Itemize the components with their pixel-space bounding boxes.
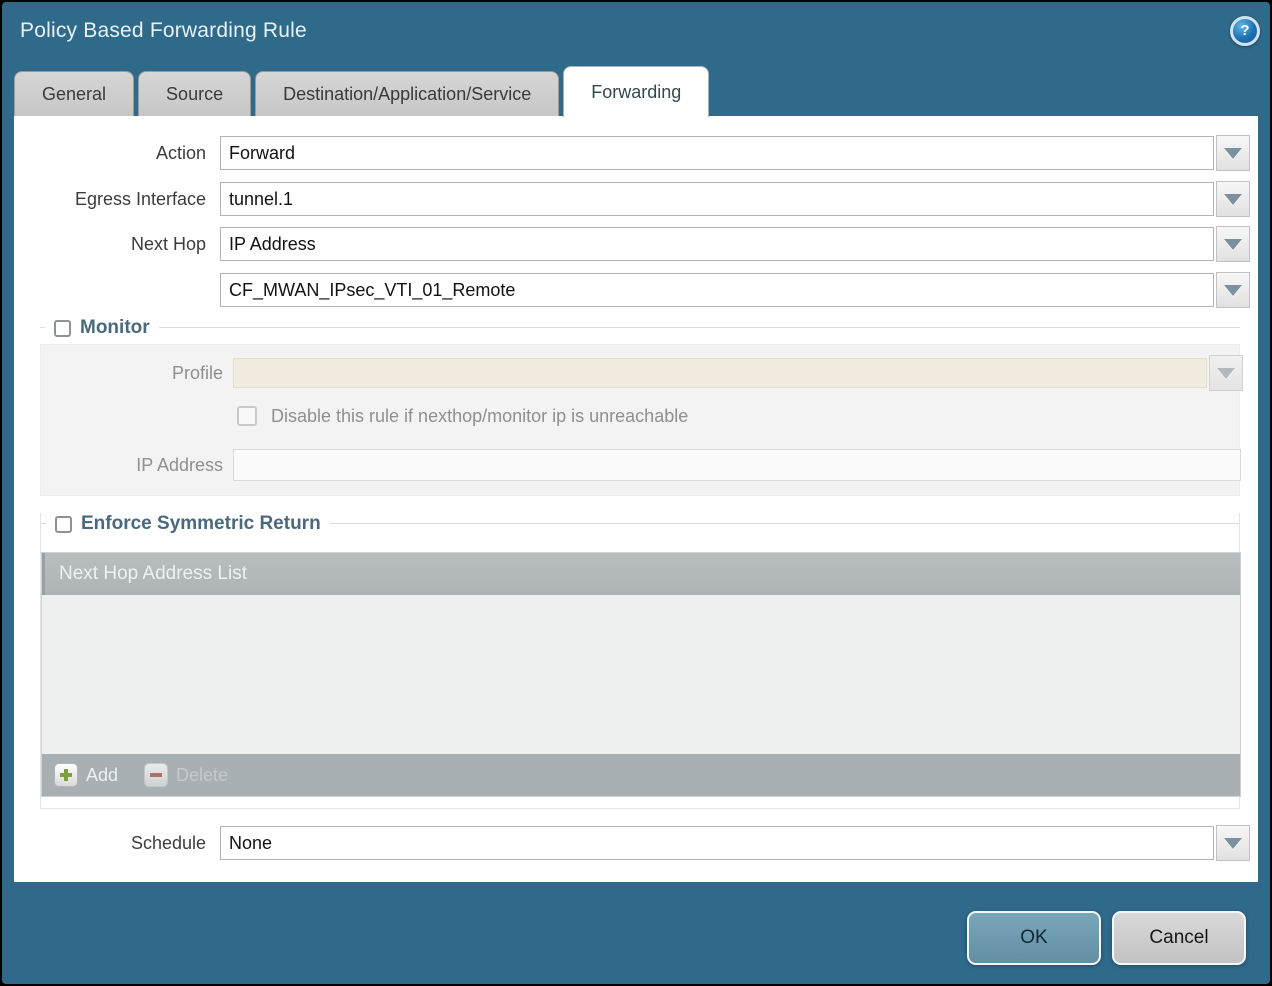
forwarding-tab-panel: Action Egress Interface Next Hop (14, 116, 1258, 882)
pbf-rule-dialog: Policy Based Forwarding Rule ? General S… (2, 2, 1270, 984)
chevron-down-icon (1224, 148, 1242, 159)
delete-button[interactable]: Delete (144, 763, 228, 787)
disable-rule-row: Disable this rule if nexthop/monitor ip … (237, 405, 688, 427)
egress-interface-dropdown-button[interactable] (1216, 181, 1250, 217)
monitor-ip-input[interactable] (233, 449, 1241, 481)
monitor-title: Monitor (80, 317, 150, 339)
chevron-down-icon (1224, 285, 1242, 296)
next-hop-address-list-body (42, 595, 1240, 754)
action-input[interactable] (220, 136, 1214, 170)
schedule-combo (220, 826, 1250, 861)
enforce-legend: Enforce Symmetric Return (46, 513, 330, 535)
next-hop-address-list-table: Next Hop Address List Add Delete (41, 552, 1241, 797)
action-dropdown-button[interactable] (1216, 135, 1250, 171)
profile-label: Profile (41, 363, 223, 384)
schedule-label: Schedule (14, 833, 206, 854)
egress-interface-input[interactable] (220, 182, 1214, 216)
monitor-ip-label: IP Address (41, 455, 223, 476)
next-hop-type-input[interactable] (220, 227, 1214, 261)
monitor-group-border (40, 327, 1240, 328)
next-hop-label: Next Hop (14, 234, 206, 255)
schedule-row: Schedule (14, 826, 1254, 860)
next-hop-address-row (14, 273, 1254, 307)
monitor-body: Profile Disable this rule if nexthop/mon… (40, 344, 1240, 496)
disable-rule-checkbox[interactable] (237, 406, 257, 426)
next-hop-dropdown-button[interactable] (1216, 226, 1250, 262)
chevron-down-icon (1224, 194, 1242, 205)
chevron-down-icon (1224, 838, 1242, 849)
tab-general[interactable]: General (14, 71, 134, 117)
tab-forwarding[interactable]: Forwarding (563, 66, 709, 117)
dialog-title: Policy Based Forwarding Rule (20, 19, 307, 43)
schedule-dropdown-button[interactable] (1216, 825, 1250, 861)
next-hop-address-dropdown-button[interactable] (1216, 272, 1250, 308)
minus-icon (144, 763, 168, 787)
screen: Policy Based Forwarding Rule ? General S… (0, 0, 1272, 986)
profile-dropdown-button[interactable] (1209, 355, 1243, 391)
disable-rule-label: Disable this rule if nexthop/monitor ip … (271, 406, 688, 427)
tab-source[interactable]: Source (138, 71, 251, 117)
monitor-ip-row: IP Address (41, 449, 1241, 481)
chevron-down-icon (1217, 368, 1235, 379)
next-hop-address-list-footer: Add Delete (42, 754, 1240, 796)
enforce-symmetric-return-checkbox[interactable] (55, 516, 72, 533)
schedule-input[interactable] (220, 826, 1214, 860)
enforce-symmetric-return-group: Enforce Symmetric Return Next Hop Addres… (40, 513, 1240, 809)
monitor-group: Monitor Profile Disable this rule if nex… (40, 317, 1240, 496)
delete-button-label: Delete (176, 765, 228, 786)
next-hop-address-list-header: Next Hop Address List (42, 553, 1240, 595)
next-hop-row: Next Hop (14, 227, 1254, 261)
egress-interface-label: Egress Interface (14, 189, 206, 210)
egress-interface-combo (220, 182, 1250, 217)
next-hop-address-input[interactable] (220, 273, 1214, 307)
monitor-checkbox[interactable] (54, 320, 71, 337)
tab-strip: General Source Destination/Application/S… (14, 66, 709, 117)
add-button[interactable]: Add (54, 763, 118, 787)
egress-interface-row: Egress Interface (14, 182, 1254, 216)
cancel-button[interactable]: Cancel (1112, 911, 1246, 965)
action-row: Action (14, 136, 1254, 170)
monitor-legend: Monitor (45, 317, 159, 339)
profile-input[interactable] (233, 358, 1207, 388)
next-hop-address-combo (220, 273, 1250, 308)
chevron-down-icon (1224, 239, 1242, 250)
add-button-label: Add (86, 765, 118, 786)
enforce-symmetric-return-title: Enforce Symmetric Return (81, 513, 321, 535)
next-hop-combo (220, 227, 1250, 262)
plus-icon (54, 763, 78, 787)
help-icon[interactable]: ? (1230, 16, 1260, 46)
action-label: Action (14, 143, 206, 164)
ok-button[interactable]: OK (967, 911, 1101, 965)
profile-row: Profile (41, 358, 1239, 388)
tab-destination-application-service[interactable]: Destination/Application/Service (255, 71, 559, 117)
action-combo (220, 136, 1250, 171)
